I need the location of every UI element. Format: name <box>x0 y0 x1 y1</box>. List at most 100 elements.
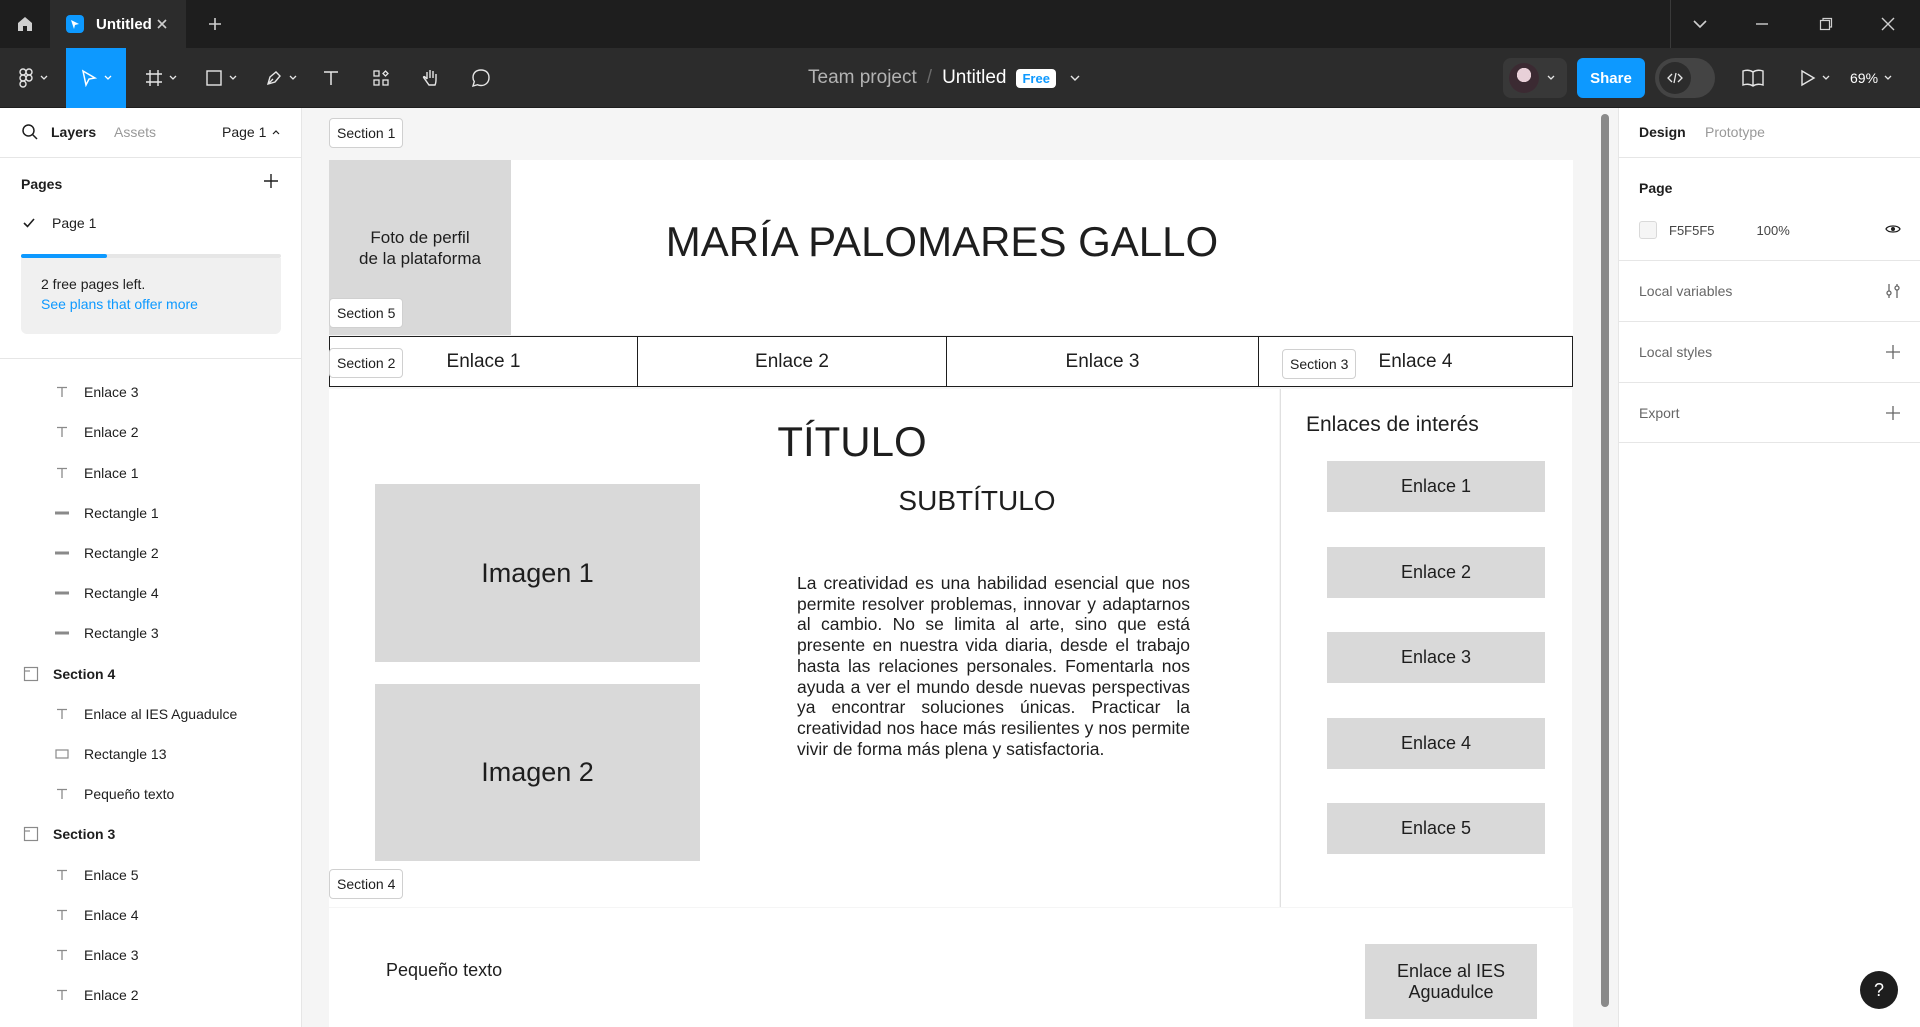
plus-icon[interactable] <box>1885 344 1901 360</box>
tab-prototype[interactable]: Prototype <box>1705 124 1765 140</box>
minimize-button[interactable] <box>1750 12 1774 36</box>
layer-row[interactable]: Rectangle 1 <box>0 493 301 533</box>
search-icon[interactable] <box>21 123 39 141</box>
home-button[interactable] <box>0 0 50 48</box>
layer-row-section[interactable]: Section 4 <box>0 654 301 694</box>
page-list-item[interactable]: Page 1 <box>21 215 96 231</box>
layers-list: Enlace 4 Enlace 3 Enlace 2 Enlace 1 Rectangl… <box>0 359 301 1027</box>
layer-label: Enlace 2 <box>84 424 139 441</box>
new-tab-button[interactable] <box>203 12 227 36</box>
ies-aguadulce-link[interactable]: Enlace al IES Aguadulce <box>1365 944 1537 1019</box>
sidebar-link-1[interactable]: Enlace 1 <box>1327 461 1545 512</box>
text-layer-icon <box>54 987 70 1003</box>
text-layer-icon <box>54 907 70 923</box>
sidebar-link-5[interactable]: Enlace 5 <box>1327 803 1545 854</box>
canvas-scrollbar[interactable] <box>1601 114 1609 1007</box>
add-page-icon[interactable] <box>262 172 280 190</box>
text-tool[interactable] <box>316 48 346 108</box>
fill-hex[interactable]: F5F5F5 <box>1669 223 1715 238</box>
section-2-label[interactable]: Section 2 <box>329 348 404 378</box>
layer-label: Enlace 5 <box>84 866 139 883</box>
fill-swatch[interactable] <box>1639 221 1657 239</box>
left-panel: Layers Assets Page 1 Pages Page 1 2 free… <box>0 108 302 1027</box>
section-5-label[interactable]: Section 5 <box>329 298 404 328</box>
sidebar-link-4[interactable]: Enlace 4 <box>1327 717 1545 769</box>
library-button[interactable] <box>1738 48 1768 108</box>
line-layer-icon <box>54 625 70 641</box>
section-1-label[interactable]: Section 1 <box>329 118 404 148</box>
share-button[interactable]: Share <box>1577 58 1645 98</box>
sidebar-link-3[interactable]: Enlace 3 <box>1327 632 1545 683</box>
page-selector[interactable]: Page 1 <box>222 124 280 140</box>
layer-row[interactable]: Enlace al IES Aguadulce <box>0 694 301 734</box>
section-3-label[interactable]: Section 3 <box>1282 349 1357 379</box>
image-2-placeholder[interactable]: Imagen 2 <box>375 684 700 861</box>
layer-row[interactable]: Enlace 3 <box>0 935 301 975</box>
pen-tool[interactable] <box>258 48 304 108</box>
fill-opacity[interactable]: 100% <box>1757 223 1790 238</box>
links-heading: Enlaces de interés <box>1306 413 1479 436</box>
local-styles-row[interactable]: Local styles <box>1619 321 1920 382</box>
close-window-button[interactable] <box>1876 12 1900 36</box>
layer-row[interactable]: Enlace 4 <box>0 359 301 372</box>
layer-row[interactable]: Enlace 2 <box>0 412 301 452</box>
sidebar-link-2[interactable]: Enlace 2 <box>1327 546 1545 598</box>
layer-row[interactable]: Rectangle 4 <box>0 573 301 613</box>
text-layer-icon <box>54 947 70 963</box>
play-icon <box>1801 69 1816 87</box>
frame-tool[interactable] <box>138 48 184 108</box>
layer-row-section[interactable]: Section 3 <box>0 814 301 854</box>
layer-label: Pequeño texto <box>84 786 175 803</box>
resources-tool[interactable] <box>366 48 396 108</box>
dev-mode-toggle[interactable] <box>1655 58 1715 98</box>
close-tab-button[interactable] <box>152 14 172 34</box>
nav-link-2[interactable]: Enlace 2 <box>637 336 947 387</box>
page-fill-row[interactable]: F5F5F5 100% <box>1639 218 1901 242</box>
nav-link-label: Enlace 2 <box>755 350 829 372</box>
tabs-overflow-button[interactable] <box>1688 12 1712 36</box>
file-tab[interactable]: Untitled <box>50 0 186 48</box>
chevron-down-icon <box>1822 75 1830 80</box>
tab-design[interactable]: Design <box>1639 124 1686 140</box>
layer-row[interactable]: Rectangle 3 <box>0 613 301 653</box>
user-menu[interactable] <box>1503 58 1567 98</box>
layer-row[interactable]: Enlace 4 <box>0 895 301 935</box>
tab-layers[interactable]: Layers <box>51 124 96 140</box>
eye-icon[interactable] <box>1885 223 1901 235</box>
layer-row[interactable]: Enlace 5 <box>0 855 301 895</box>
layer-row[interactable]: Enlace 2 <box>0 975 301 1015</box>
line-layer-icon <box>54 585 70 601</box>
section-4-label[interactable]: Section 4 <box>329 869 404 899</box>
restore-button[interactable] <box>1814 12 1838 36</box>
chevron-down-icon[interactable] <box>1070 75 1080 82</box>
local-variables-row[interactable]: Local variables <box>1619 260 1920 321</box>
help-button[interactable]: ? <box>1860 971 1898 1009</box>
tab-assets[interactable]: Assets <box>114 124 156 140</box>
shape-tool[interactable] <box>198 48 244 108</box>
zoom-menu[interactable]: 69% <box>1850 48 1892 108</box>
image-1-placeholder[interactable]: Imagen 1 <box>375 484 700 662</box>
nav-link-3[interactable]: Enlace 3 <box>946 336 1259 387</box>
plus-icon[interactable] <box>1885 405 1901 421</box>
variables-icon[interactable] <box>1885 283 1901 299</box>
canvas[interactable]: Section 1 Foto de perfil de la plataform… <box>302 108 1618 1027</box>
move-tool[interactable] <box>66 48 126 108</box>
main-menu-button[interactable] <box>10 48 56 108</box>
sidebar-link-label: Enlace 4 <box>1400 732 1472 753</box>
present-button[interactable] <box>1795 48 1835 108</box>
layer-row[interactable]: Pequeño texto <box>0 774 301 814</box>
upsell-link[interactable]: See plans that offer more <box>41 294 261 314</box>
layer-row[interactable]: Enlace 1 <box>0 453 301 493</box>
layer-row[interactable]: Enlace 3 <box>0 372 301 412</box>
layer-row[interactable]: Rectangle 13 <box>0 734 301 774</box>
plan-badge[interactable]: Free <box>1016 68 1056 88</box>
content-paragraph: La creatividad es una habilidad esencial… <box>797 573 1190 759</box>
file-name[interactable]: Untitled <box>942 67 1006 89</box>
hand-tool[interactable] <box>416 48 446 108</box>
project-name[interactable]: Team project <box>808 67 917 89</box>
comment-tool[interactable] <box>466 48 496 108</box>
export-row[interactable]: Export <box>1619 382 1920 443</box>
layer-label: Rectangle 2 <box>84 545 159 561</box>
layer-row[interactable]: Rectangle 2 <box>0 533 301 573</box>
section-layer-icon <box>23 826 39 842</box>
